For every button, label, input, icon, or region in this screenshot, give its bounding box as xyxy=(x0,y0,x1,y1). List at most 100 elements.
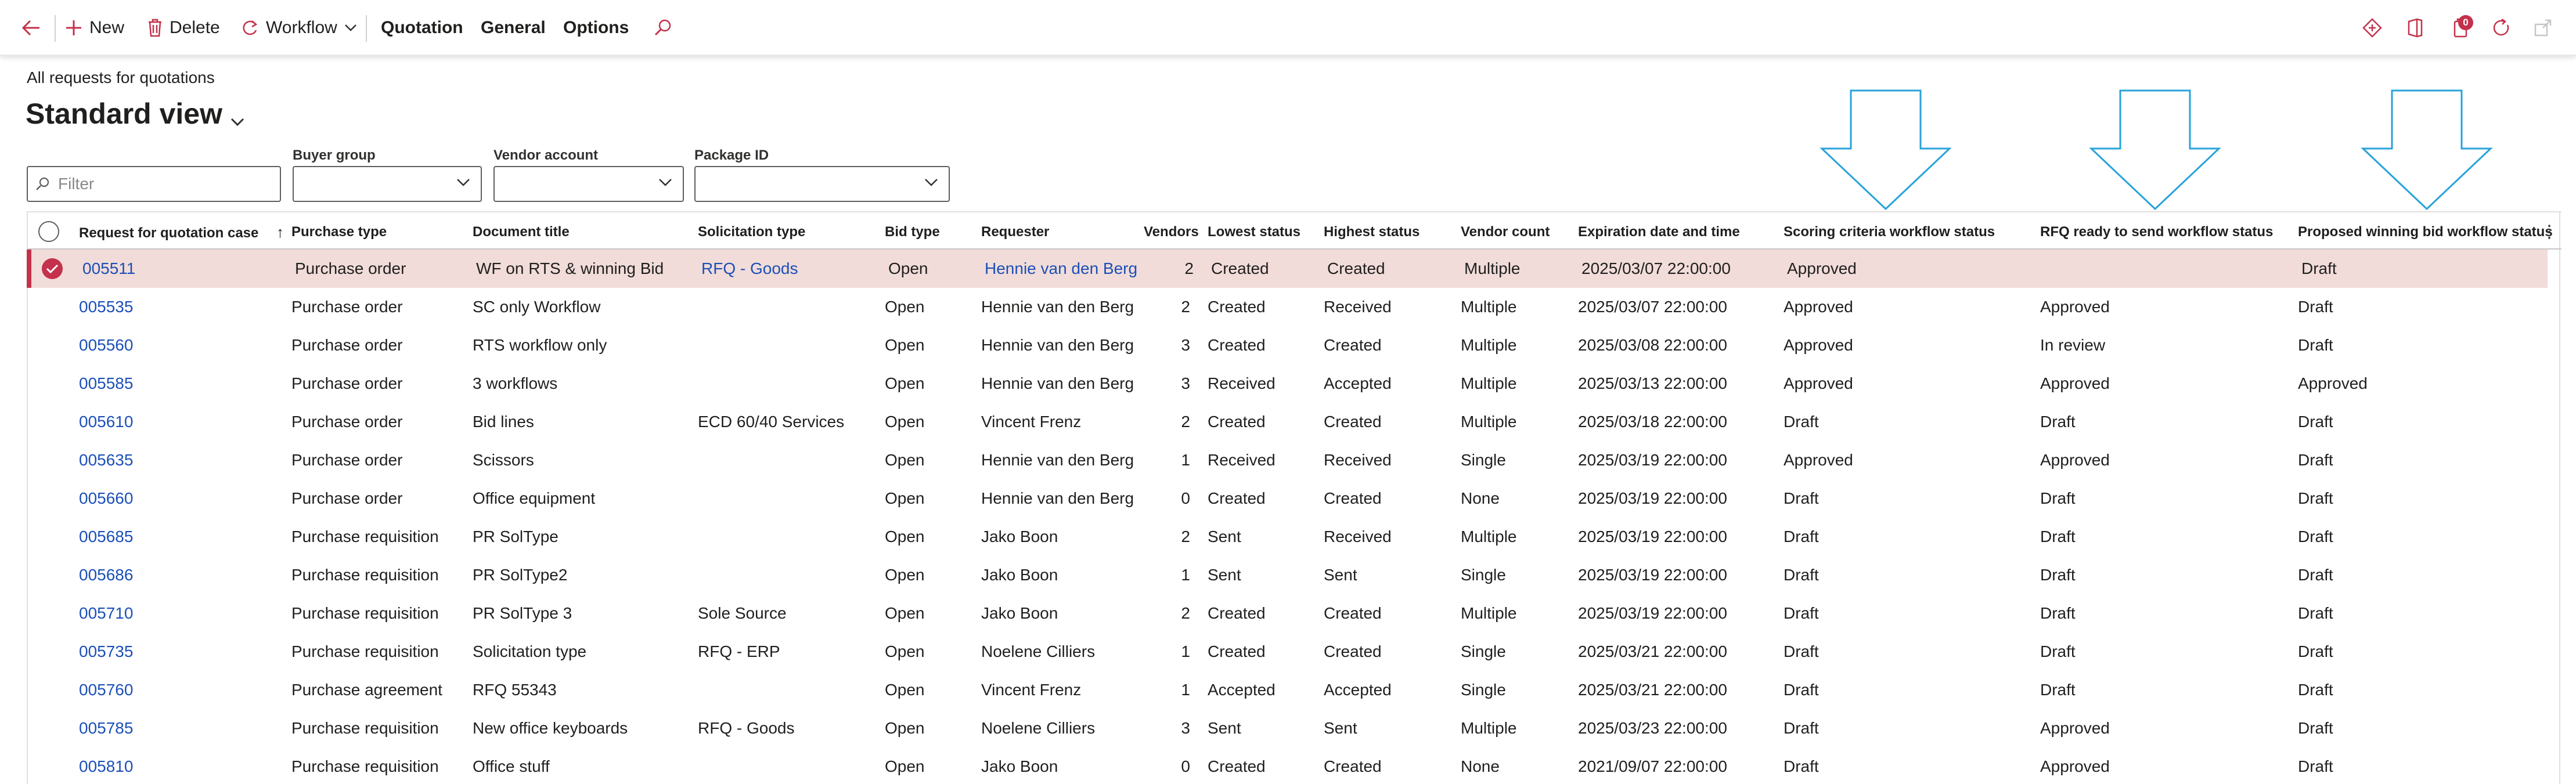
rfq-case-link[interactable]: 005760 xyxy=(79,671,133,709)
rfq-case-link[interactable]: 005686 xyxy=(79,556,133,594)
rfq-case-link[interactable]: 005560 xyxy=(79,326,133,364)
proposed-winning-bid-status-cell: Draft xyxy=(2298,719,2333,737)
column-header-label: Request for quotation case xyxy=(79,225,259,241)
expiration-cell: 2025/03/21 22:00:00 xyxy=(1578,681,1727,699)
rfq-case-link[interactable]: 005810 xyxy=(79,747,133,784)
column-header-vendor-count[interactable]: Vendor count xyxy=(1461,212,1550,250)
notifications-button[interactable]: 0 xyxy=(2447,14,2474,42)
refresh-icon[interactable] xyxy=(2487,14,2515,42)
select-all-checkbox[interactable] xyxy=(38,221,59,242)
table-row[interactable]: 005511 Purchase order WF on RTS & winning … xyxy=(27,250,2548,288)
rfq-case-link[interactable]: 005535 xyxy=(79,288,133,326)
package-id-label: Package ID xyxy=(694,147,769,163)
column-header-rfq-ready-status[interactable]: RFQ ready to send workflow status xyxy=(2040,212,2273,250)
column-header-expiration[interactable]: Expiration date and time xyxy=(1578,212,1740,250)
table-row[interactable]: 005760 Purchase agreement RFQ 55343 Open Vin… xyxy=(28,671,2548,709)
tab-options[interactable]: Options xyxy=(563,0,629,56)
rfq-case-link[interactable]: 005585 xyxy=(79,364,133,403)
table-row[interactable]: 005685 Purchase requisition PR SolType Open… xyxy=(28,518,2548,556)
rfq-ready-status-cell: Draft xyxy=(2040,604,2076,622)
highest-status-cell: Accepted xyxy=(1324,374,1392,392)
rfq-case-link[interactable]: 005685 xyxy=(79,518,133,556)
column-header-rfq-case[interactable]: Request for quotation case ↑ xyxy=(79,212,284,250)
page-title: Standard view xyxy=(26,97,222,130)
purchase-type-cell: Purchase requisition xyxy=(291,642,439,660)
vendor-count-cell: Multiple xyxy=(1461,604,1517,622)
requester-cell: Hennie van den Berg xyxy=(981,451,1134,469)
rfq-case-link[interactable]: 005710 xyxy=(79,594,133,633)
scoring-criteria-status-cell: Draft xyxy=(1784,757,1819,775)
table-row[interactable]: 005635 Purchase order Scissors Open Hennie v… xyxy=(28,441,2548,479)
delete-button[interactable]: Delete xyxy=(147,0,220,56)
table-row[interactable]: 005660 Purchase order Office equipment Open… xyxy=(28,479,2548,518)
rfq-case-link[interactable]: 005511 xyxy=(82,250,135,288)
table-row[interactable]: 005710 Purchase requisition PR SolType 3 So… xyxy=(28,594,2548,633)
rfq-ready-status-cell: Draft xyxy=(2040,489,2076,507)
document-title-cell: PR SolType xyxy=(473,528,559,545)
search-icon xyxy=(654,19,672,37)
proposed-winning-bid-status-cell: Draft xyxy=(2298,451,2333,469)
scoring-criteria-status-cell: Draft xyxy=(1784,719,1819,737)
column-header-bid-type[interactable]: Bid type xyxy=(885,212,940,250)
proposed-winning-bid-status-cell: Draft xyxy=(2298,681,2333,699)
solicitation-type-cell[interactable]: RFQ - Goods xyxy=(701,250,798,288)
office-icon[interactable] xyxy=(2401,14,2429,42)
table-row[interactable]: 005785 Purchase requisition New office key… xyxy=(28,709,2548,747)
column-header-solicitation-type[interactable]: Solicitation type xyxy=(698,212,805,250)
column-header-document-title[interactable]: Document title xyxy=(473,212,570,250)
tab-general[interactable]: General xyxy=(481,0,546,56)
scoring-criteria-status-cell: Approved xyxy=(1784,451,1853,469)
column-header-vendors[interactable]: Vendors xyxy=(1144,212,1199,250)
buyer-group-select[interactable] xyxy=(293,166,482,202)
table-row[interactable]: 005535 Purchase order SC only Workflow Open… xyxy=(28,288,2548,326)
table-row[interactable]: 005585 Purchase order 3 workflows Open Henni… xyxy=(28,364,2548,403)
action-pane: New Delete Workflow Quotation General Op… xyxy=(0,0,2576,56)
vendor-count-cell: Multiple xyxy=(1461,336,1517,354)
table-row[interactable]: 005610 Purchase order Bid lines ECD 60/40 S… xyxy=(28,403,2548,441)
rfq-case-link[interactable]: 005660 xyxy=(79,479,133,518)
rfq-case-link[interactable]: 005610 xyxy=(79,403,133,441)
proposed-winning-bid-status-cell: Draft xyxy=(2298,566,2333,584)
vendor-account-select[interactable] xyxy=(493,166,684,202)
rfq-ready-status-cell: In review xyxy=(2040,336,2106,354)
column-options-icon[interactable]: ⋮ xyxy=(2541,222,2558,242)
workflow-button[interactable]: Workflow xyxy=(240,0,357,56)
rfq-case-link[interactable]: 005635 xyxy=(79,441,133,479)
new-button[interactable]: New xyxy=(65,0,124,56)
open-in-new-window-icon[interactable] xyxy=(2529,14,2557,42)
package-id-select[interactable] xyxy=(694,166,950,202)
column-header-requester[interactable]: Requester xyxy=(981,212,1049,250)
highest-status-cell: Accepted xyxy=(1324,681,1392,699)
workflow-refresh-icon xyxy=(240,19,259,37)
row-selected-check-icon[interactable] xyxy=(42,258,63,279)
table-row[interactable]: 005686 Purchase requisition PR SolType2 Ope… xyxy=(28,556,2548,594)
highest-status-cell: Created xyxy=(1324,336,1382,354)
rfq-case-link[interactable]: 005735 xyxy=(79,633,133,671)
lowest-status-cell: Received xyxy=(1208,374,1276,392)
document-title-cell: Scissors xyxy=(473,451,534,469)
tab-quotation[interactable]: Quotation xyxy=(381,0,463,56)
diamond-icon[interactable] xyxy=(2358,14,2386,42)
filter-search-input[interactable]: Filter xyxy=(27,166,281,202)
table-row[interactable]: 005560 Purchase order RTS workflow only Ope… xyxy=(28,326,2548,364)
vendor-count-cell: Multiple xyxy=(1461,413,1517,431)
document-title-cell: Office stuff xyxy=(473,757,550,775)
column-header-highest-status[interactable]: Highest status xyxy=(1324,212,1419,250)
table-row[interactable]: 005735 Purchase requisition Solicitation t… xyxy=(28,633,2548,671)
view-selector[interactable]: Standard view xyxy=(26,94,244,133)
bid-type-cell: Open xyxy=(885,336,925,354)
sort-ascending-icon: ↑ xyxy=(276,223,284,241)
search-action-button[interactable] xyxy=(654,0,679,56)
column-header-scoring-criteria-status[interactable]: Scoring criteria workflow status xyxy=(1784,212,1995,250)
back-arrow-icon xyxy=(21,19,41,37)
table-row[interactable]: 005810 Purchase requisition Office stuff Op… xyxy=(28,747,2548,784)
column-header-lowest-status[interactable]: Lowest status xyxy=(1208,212,1300,250)
rfq-case-link[interactable]: 005785 xyxy=(79,709,133,747)
scoring-criteria-status-cell: Draft xyxy=(1784,604,1819,622)
back-button[interactable] xyxy=(21,0,48,56)
lowest-status-cell: Created xyxy=(1208,413,1266,431)
column-header-purchase-type[interactable]: Purchase type xyxy=(291,212,387,250)
expiration-cell: 2025/03/21 22:00:00 xyxy=(1578,642,1727,660)
column-header-proposed-winning-bid-status[interactable]: Proposed winning bid workflow status xyxy=(2298,212,2553,250)
requester-cell[interactable]: Hennie van den Berg xyxy=(985,250,1137,288)
